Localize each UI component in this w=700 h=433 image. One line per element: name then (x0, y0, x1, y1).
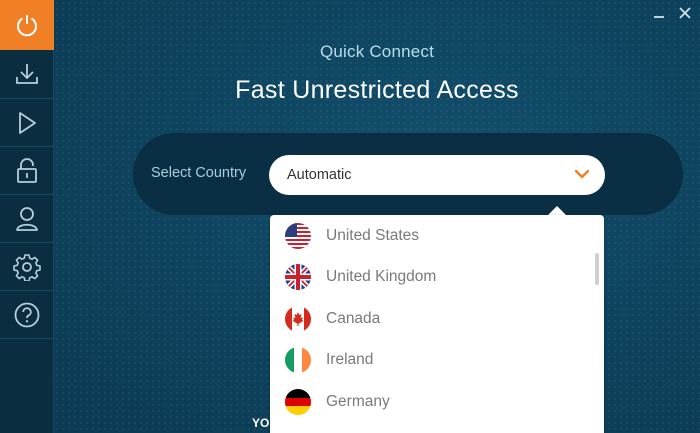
country-name: United Kingdom (326, 268, 437, 286)
user-icon (16, 206, 38, 231)
canada-flag-icon (285, 305, 311, 332)
list-item-united-states[interactable]: United States (270, 215, 604, 257)
sidebar-item-help[interactable] (0, 291, 54, 339)
lock-icon (17, 157, 37, 183)
gear-icon (13, 253, 41, 281)
minimize-button[interactable] (652, 6, 666, 20)
us-flag-icon (285, 222, 311, 249)
sidebar-item-lock[interactable] (0, 147, 54, 195)
sidebar-item-account[interactable] (0, 195, 54, 243)
bottom-status-text: YO (252, 416, 270, 430)
country-select-dropdown[interactable]: Automatic (269, 155, 605, 195)
uk-flag-icon (285, 264, 311, 291)
play-icon (19, 111, 36, 134)
page-subtitle: Quick Connect (319, 42, 435, 61)
country-name: Germany (326, 392, 390, 410)
dropdown-scrollbar[interactable] (595, 253, 599, 285)
sidebar-item-download[interactable] (0, 50, 54, 99)
country-list: United States United Kingdom Canada Irel… (270, 215, 604, 433)
select-value: Automatic (287, 167, 352, 183)
country-name: Ireland (326, 351, 374, 369)
main-panel: Quick Connect Fast Unrestricted Access S… (54, 0, 700, 433)
sidebar-item-settings[interactable] (0, 243, 54, 291)
country-name: Canada (326, 309, 381, 327)
close-icon (679, 7, 691, 19)
sidebar-item-power[interactable] (0, 0, 54, 50)
list-item-ireland[interactable]: Ireland (270, 340, 604, 382)
list-item-germany[interactable]: Germany (270, 381, 604, 423)
vpn-app-window: Quick Connect Fast Unrestricted Access S… (0, 0, 700, 433)
list-item-united-kingdom[interactable]: United Kingdom (270, 257, 604, 299)
list-item-canada[interactable]: Canada (270, 298, 604, 340)
sidebar-item-play[interactable] (0, 99, 54, 147)
ireland-flag-icon (285, 347, 311, 374)
germany-flag-icon (285, 388, 311, 415)
help-icon (14, 302, 40, 327)
page-title: Fast Unrestricted Access (235, 76, 519, 104)
close-button[interactable] (678, 6, 692, 20)
chevron-down-icon (574, 169, 590, 179)
country-name: United States (326, 226, 420, 244)
minimize-icon (654, 16, 664, 18)
window-controls (652, 6, 692, 20)
select-country-label: Select Country (151, 165, 247, 181)
sidebar (0, 0, 54, 433)
power-icon (17, 15, 37, 37)
download-icon (16, 64, 38, 84)
